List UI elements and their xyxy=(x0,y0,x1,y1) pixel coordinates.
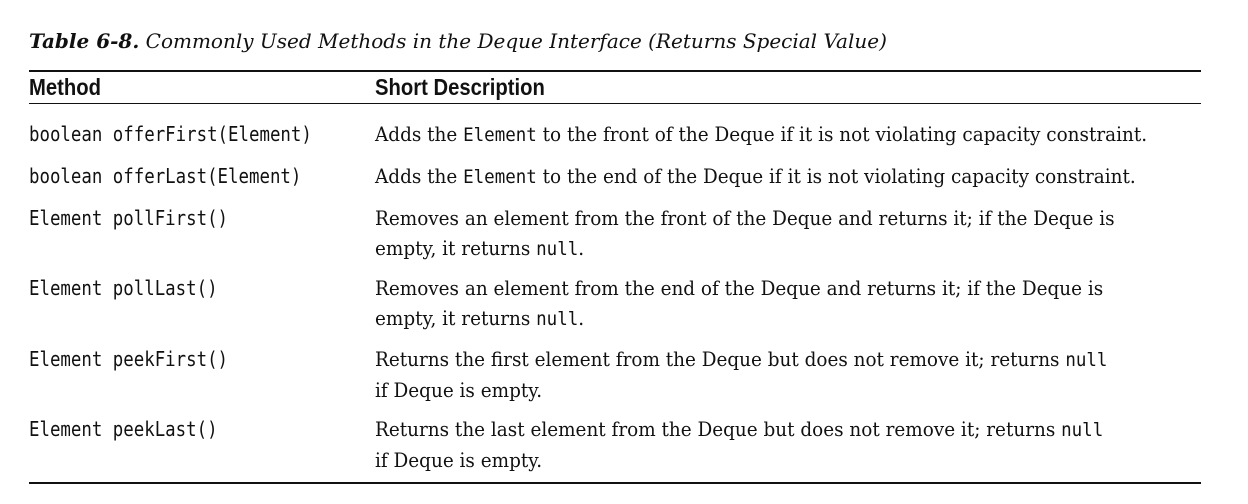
code-term: null xyxy=(536,308,579,330)
description-text: Adds the xyxy=(375,122,464,146)
table-caption-text: Commonly Used Methods in the Deque Inter… xyxy=(145,29,887,53)
description-line: Removes an element from the front of the… xyxy=(375,203,1135,233)
table-top-rule xyxy=(29,70,1201,72)
header-separator-rule xyxy=(29,103,1201,104)
description-text: Removes an element from the front of the… xyxy=(375,206,1115,230)
description-text: . xyxy=(578,236,585,260)
description-line: Adds the Element to the front of the Deq… xyxy=(375,119,1147,150)
code-term: Element xyxy=(463,166,537,188)
description-cell: Adds the Element to the front of the Deq… xyxy=(375,119,1201,150)
code-term: Element xyxy=(463,124,537,146)
description-text: if Deque is empty. xyxy=(375,378,543,402)
method-cell: boolean offerLast(Element) xyxy=(29,164,302,188)
method-cell: boolean offerFirst(Element) xyxy=(29,122,312,146)
table-bottom-rule xyxy=(29,482,1201,484)
method-cell: Element peekLast() xyxy=(29,417,218,441)
description-line: empty, it returns null. xyxy=(375,303,1135,334)
code-term: null xyxy=(536,238,579,260)
description-line: empty, it returns null. xyxy=(375,233,1135,264)
description-text: empty, it returns xyxy=(375,236,537,260)
description-text: Returns the first element from the Deque… xyxy=(375,347,1066,371)
table-caption: Table 6-8. Commonly Used Methods in the … xyxy=(29,27,887,55)
description-text: empty, it returns xyxy=(375,306,537,330)
code-term: null xyxy=(1061,419,1104,441)
description-cell: Adds the Element to the end of the Deque… xyxy=(375,161,1201,192)
description-line: if Deque is empty. xyxy=(375,445,1135,475)
description-text: Adds the xyxy=(375,164,464,188)
code-term: null xyxy=(1065,349,1108,371)
description-line: Returns the first element from the Deque… xyxy=(375,344,1135,375)
description-line: Removes an element from the end of the D… xyxy=(375,273,1135,303)
description-text: . xyxy=(578,306,585,330)
table-caption-label: Table 6-8. xyxy=(29,29,140,53)
description-text: if Deque is empty. xyxy=(375,448,543,472)
description-cell: Removes an element from the end of the D… xyxy=(375,273,1201,334)
description-line: if Deque is empty. xyxy=(375,375,1135,405)
method-column-header: Method xyxy=(29,74,101,100)
method-cell: Element peekFirst() xyxy=(29,347,229,371)
description-line: Returns the last element from the Deque … xyxy=(375,414,1135,445)
method-cell: Element pollLast() xyxy=(29,276,218,300)
description-text: Returns the last element from the Deque … xyxy=(375,417,1062,441)
description-column-header: Short Description xyxy=(375,74,545,100)
description-text: to the front of the Deque if it is not v… xyxy=(536,122,1148,146)
description-cell: Returns the first element from the Deque… xyxy=(375,344,1201,405)
description-cell: Removes an element from the front of the… xyxy=(375,203,1201,264)
description-line: Adds the Element to the end of the Deque… xyxy=(375,161,1136,192)
description-text: Removes an element from the end of the D… xyxy=(375,276,1104,300)
method-cell: Element pollFirst() xyxy=(29,206,229,230)
description-text: to the end of the Deque if it is not vio… xyxy=(536,164,1136,188)
description-cell: Returns the last element from the Deque … xyxy=(375,414,1201,475)
